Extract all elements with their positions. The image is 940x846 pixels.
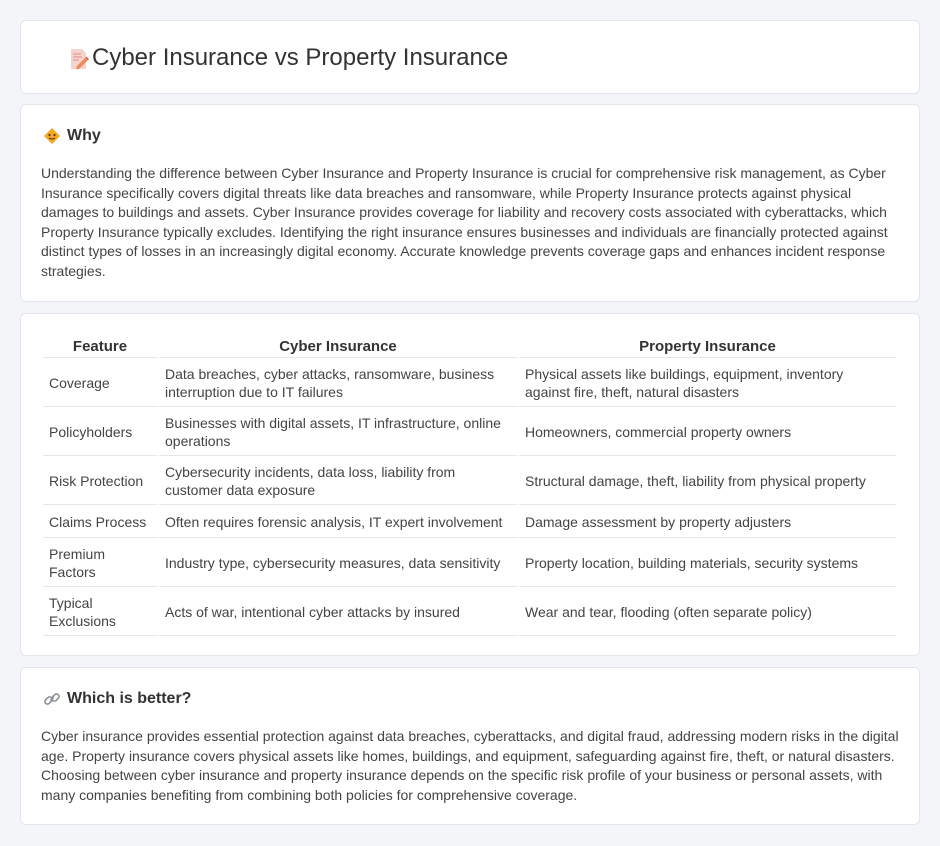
feature-cell: Policyholders [43, 409, 157, 456]
better-title: Which is better? [67, 690, 192, 707]
property-cell: Physical assets like buildings, equipmen… [519, 360, 896, 407]
table-row: Premium Factors Industry type, cybersecu… [43, 540, 896, 587]
page-title: Cyber Insurance vs Property Insurance [92, 44, 509, 71]
table-row: Policyholders Businesses with digital as… [43, 409, 896, 456]
table-header-row: Feature Cyber Insurance Property Insuran… [43, 336, 896, 358]
why-section: Why Understanding the difference between… [20, 104, 920, 302]
document-pencil-icon [71, 49, 89, 70]
table-header-cyber: Cyber Insurance [159, 336, 517, 358]
property-cell: Wear and tear, flooding (often separate … [519, 589, 896, 636]
why-title: Why [67, 127, 101, 144]
property-cell: Property location, building materials, s… [519, 540, 896, 587]
feature-cell: Coverage [43, 360, 157, 407]
property-cell: Damage assessment by property adjusters [519, 507, 896, 538]
cyber-cell: Industry type, cybersecurity measures, d… [159, 540, 517, 587]
better-text: Cyber insurance provides essential prote… [41, 728, 899, 803]
header-card: Cyber Insurance vs Property Insurance [20, 20, 920, 94]
table-header-feature: Feature [43, 336, 157, 358]
feature-cell: Premium Factors [43, 540, 157, 587]
cyber-cell: Often requires forensic analysis, IT exp… [159, 507, 517, 538]
better-heading: Which is better? [43, 690, 191, 708]
comparison-section: Feature Cyber Insurance Property Insuran… [20, 313, 920, 656]
comparison-table: Feature Cyber Insurance Property Insuran… [41, 334, 898, 638]
feature-cell: Risk Protection [43, 458, 157, 505]
table-row: Coverage Data breaches, cyber attacks, r… [43, 360, 896, 407]
link-icon [44, 693, 60, 705]
table-row: Typical Exclusions Acts of war, intentio… [43, 589, 896, 636]
cyber-cell: Data breaches, cyber attacks, ransomware… [159, 360, 517, 407]
property-cell: Structural damage, theft, liability from… [519, 458, 896, 505]
table-header-property: Property Insurance [519, 336, 896, 358]
cyber-cell: Businesses with digital assets, IT infra… [159, 409, 517, 456]
table-row: Risk Protection Cybersecurity incidents,… [43, 458, 896, 505]
cyber-cell: Cybersecurity incidents, data loss, liab… [159, 458, 517, 505]
why-text: Understanding the difference between Cyb… [41, 165, 888, 279]
cyber-cell: Acts of war, intentional cyber attacks b… [159, 589, 517, 636]
which-is-better-section: Which is better? Cyber insurance provide… [20, 667, 920, 825]
why-heading: Why [43, 127, 101, 145]
feature-cell: Claims Process [43, 507, 157, 538]
table-row: Claims Process Often requires forensic a… [43, 507, 896, 538]
feature-cell: Typical Exclusions [43, 589, 157, 636]
property-cell: Homeowners, commercial property owners [519, 409, 896, 456]
warning-diamond-icon [44, 128, 60, 144]
